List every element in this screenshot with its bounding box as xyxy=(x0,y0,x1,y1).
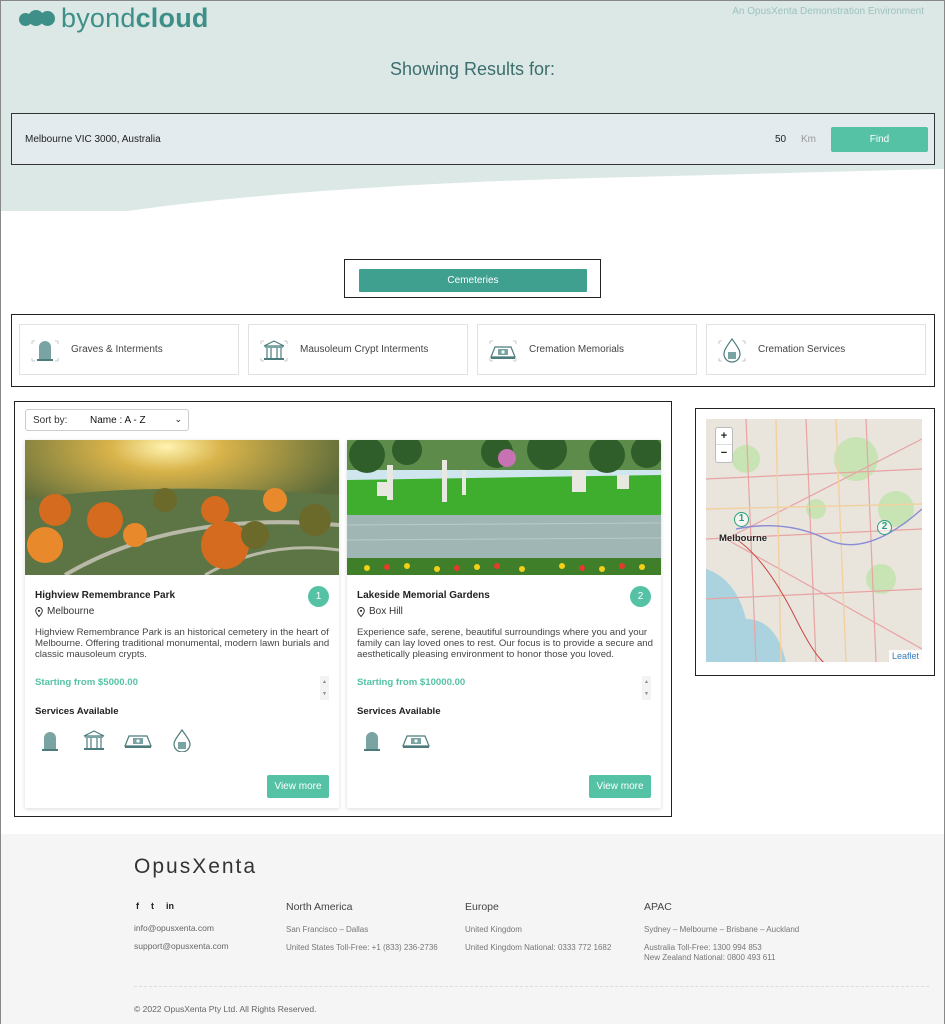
view-more-button[interactable]: View more xyxy=(589,775,651,798)
result-number-badge: 1 xyxy=(308,586,329,607)
result-card: Lakeside Memorial Gardens 2 Box Hill Exp… xyxy=(347,440,661,808)
footer-region-europe: Europe United Kingdom United Kingdom Nat… xyxy=(465,901,611,961)
environment-tagline: An OpusXenta Demonstration Environment xyxy=(732,6,924,17)
filter-mausoleum[interactable]: Mausoleum Crypt Interments xyxy=(248,324,468,375)
footer: OpusXenta f t in info@opusxenta.com supp… xyxy=(1,834,944,1024)
sort-select[interactable]: Sort by: Name : A - Z ⌄ xyxy=(25,409,189,431)
filter-label: Graves & Interments xyxy=(71,344,163,355)
header-wave xyxy=(1,167,944,211)
cemetery-description: Highview Remembrance Park is an historic… xyxy=(35,627,330,660)
filter-label: Mausoleum Crypt Interments xyxy=(300,344,429,355)
logo-dots-icon xyxy=(17,6,61,32)
starting-price: Starting from $10000.00 xyxy=(357,677,466,688)
region-line: San Francisco – Dallas xyxy=(286,925,369,934)
region-title: Europe xyxy=(465,901,499,913)
filter-label: Cremation Memorials xyxy=(529,344,625,355)
services-icons xyxy=(35,727,197,753)
description-scrollbar[interactable]: ▲ ▼ xyxy=(642,676,651,700)
copyright: © 2022 OpusXenta Pty Ltd. All Rights Res… xyxy=(134,1004,317,1014)
grave-icon xyxy=(357,727,387,753)
cemetery-photo xyxy=(25,440,339,575)
byondcloud-logo[interactable]: byondcloud xyxy=(17,3,209,34)
grave-icon xyxy=(28,333,62,367)
twitter-icon[interactable]: t xyxy=(151,901,154,911)
zoom-out-button[interactable]: − xyxy=(716,445,732,462)
cemetery-description: Experience safe, serene, beautiful surro… xyxy=(357,627,653,660)
region-line: United Kingdom National: 0333 772 1682 xyxy=(465,943,612,952)
services-available-heading: Services Available xyxy=(357,706,441,717)
sort-value: Name : A - Z xyxy=(90,415,146,426)
starting-price: Starting from $5000.00 xyxy=(35,677,138,688)
facebook-icon[interactable]: f xyxy=(136,901,139,911)
region-line: New Zealand National: 0800 493 611 xyxy=(644,953,776,962)
result-card: Highview Remembrance Park 1 Melbourne Hi… xyxy=(25,440,339,808)
map-panel: + − Melbourne 1 2 Leaflet xyxy=(695,408,935,676)
leaflet-attribution[interactable]: Leaflet xyxy=(888,650,922,662)
cemeteries-button[interactable]: Cemeteries xyxy=(359,269,587,292)
description-scrollbar[interactable]: ▲ ▼ xyxy=(320,676,329,700)
cemetery-suburb: Box Hill xyxy=(369,606,403,617)
page-heading: Showing Results for: xyxy=(389,59,556,79)
cemetery-photo xyxy=(347,440,661,575)
location-pin-icon xyxy=(35,606,43,617)
chevron-down-icon: ⌄ xyxy=(174,414,182,424)
results-panel: Sort by: Name : A - Z ⌄ Highview Remembr… xyxy=(14,401,672,817)
zoom-control: + − xyxy=(715,427,733,463)
footer-region-north-america: North America San Francisco – Dallas Uni… xyxy=(286,901,438,961)
cremation-memorial-icon xyxy=(401,727,431,753)
brand-light: byond xyxy=(61,3,136,33)
cemetery-suburb: Melbourne xyxy=(47,606,95,617)
social-links: f t in xyxy=(136,901,174,911)
service-filters: Graves & Interments Mausoleum Crypt Inte… xyxy=(11,314,935,387)
zoom-in-button[interactable]: + xyxy=(716,428,732,445)
mausoleum-icon xyxy=(257,333,291,367)
info-email-link[interactable]: info@opusxenta.com xyxy=(134,923,214,933)
footer-region-apac: APAC Sydney – Melbourne – Brisbane – Auc… xyxy=(644,901,799,971)
result-number-badge: 2 xyxy=(630,586,651,607)
footer-divider xyxy=(134,986,929,987)
cremation-service-icon xyxy=(167,727,197,753)
region-title: APAC xyxy=(644,901,672,913)
services-icons xyxy=(357,727,431,753)
find-button[interactable]: Find xyxy=(831,127,928,152)
location-pin-icon xyxy=(357,606,365,617)
map-marker-1[interactable]: 1 xyxy=(734,512,749,527)
radius-unit: Km xyxy=(801,134,816,145)
radius-input[interactable]: 50 xyxy=(775,134,786,145)
region-title: North America xyxy=(286,901,353,913)
results-map[interactable]: + − Melbourne 1 2 Leaflet xyxy=(706,419,922,662)
filter-cremation-memorials[interactable]: Cremation Memorials xyxy=(477,324,697,375)
services-available-heading: Services Available xyxy=(35,706,119,717)
support-email-link[interactable]: support@opusxenta.com xyxy=(134,941,229,951)
grave-icon xyxy=(35,727,65,753)
filter-cremation-services[interactable]: Cremation Services xyxy=(706,324,926,375)
brand-bold: cloud xyxy=(135,3,209,33)
cremation-memorial-icon xyxy=(486,333,520,367)
sort-label: Sort by: xyxy=(33,415,68,426)
cemetery-name[interactable]: Highview Remembrance Park xyxy=(35,590,175,601)
search-bar: Melbourne VIC 3000, Australia 50 Km Find xyxy=(11,113,935,165)
map-city-label: Melbourne xyxy=(719,533,768,544)
cremation-service-icon xyxy=(715,333,749,367)
region-line: Australia Toll-Free: 1300 994 853 xyxy=(644,943,762,952)
region-line: United States Toll-Free: +1 (833) 236-27… xyxy=(286,943,438,952)
cremation-memorial-icon xyxy=(123,727,153,753)
linkedin-icon[interactable]: in xyxy=(166,901,174,911)
hero-header: byondcloud An OpusXenta Demonstration En… xyxy=(1,1,944,211)
location-input[interactable]: Melbourne VIC 3000, Australia xyxy=(25,134,161,145)
filter-graves[interactable]: Graves & Interments xyxy=(19,324,239,375)
mausoleum-icon xyxy=(79,727,109,753)
region-line: Sydney – Melbourne – Brisbane – Auckland xyxy=(644,925,800,934)
filter-label: Cremation Services xyxy=(758,344,846,355)
opusxenta-logo[interactable]: OpusXenta xyxy=(134,855,257,879)
cemetery-name[interactable]: Lakeside Memorial Gardens xyxy=(357,590,490,601)
view-more-button[interactable]: View more xyxy=(267,775,329,798)
region-line: United Kingdom xyxy=(465,925,522,934)
map-marker-2[interactable]: 2 xyxy=(877,520,892,535)
category-selector: Cemeteries xyxy=(344,259,601,298)
